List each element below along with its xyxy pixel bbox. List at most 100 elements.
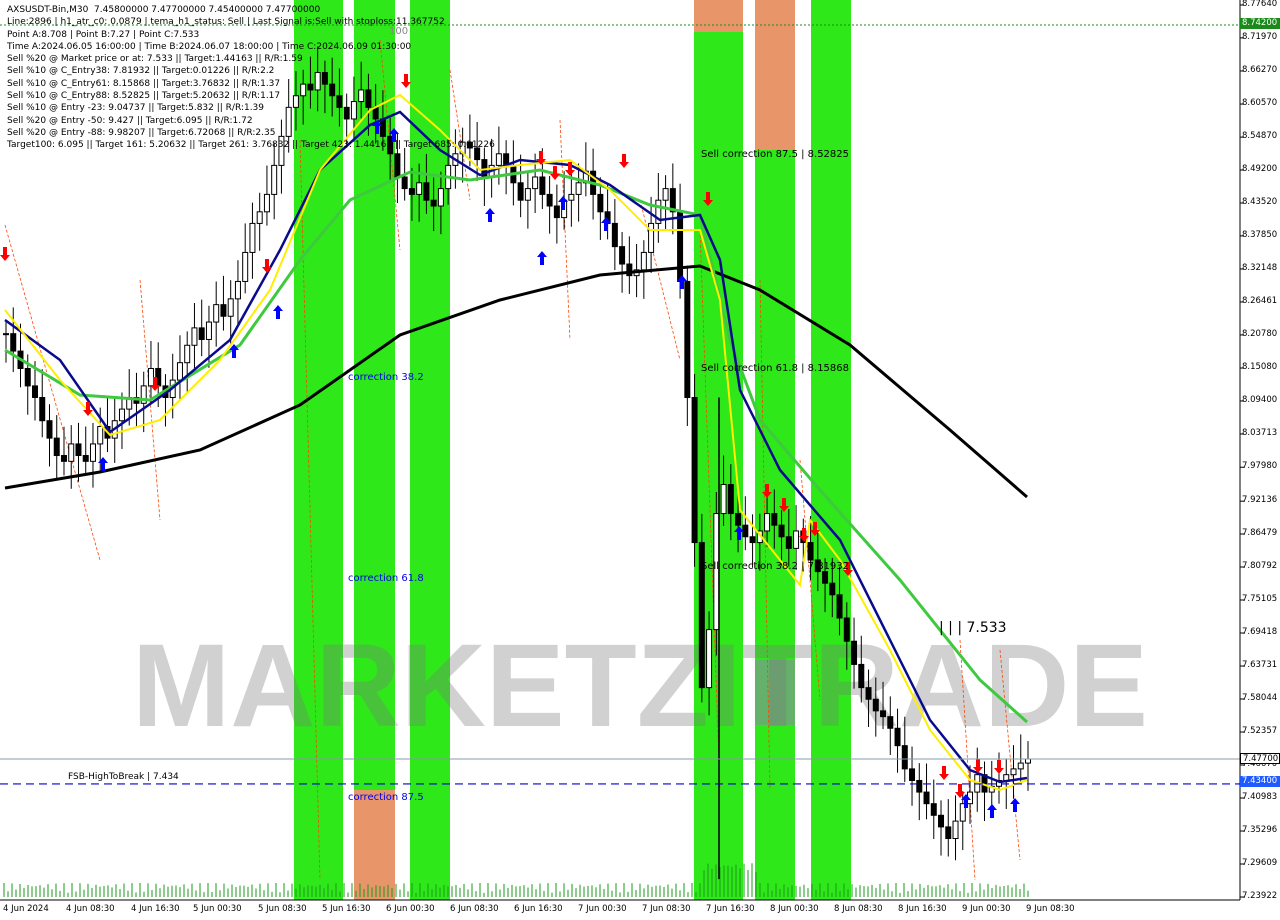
candle-body <box>147 367 154 387</box>
candle-body <box>887 716 894 729</box>
candle-body <box>901 745 908 770</box>
info-line: AXSUSDT-Bin,M30 7.45800000 7.47700000 7.… <box>7 5 321 15</box>
candle-body <box>31 385 38 398</box>
candle-body <box>53 437 60 457</box>
candle-body <box>1025 758 1031 764</box>
candle-body <box>408 188 415 195</box>
candle-body <box>394 153 401 178</box>
price-tick-label: 8.09400 <box>1242 394 1278 405</box>
price-tick-label: 8.26461 <box>1242 295 1278 306</box>
candle-body <box>68 443 75 462</box>
candle-body <box>865 687 872 700</box>
candle-body <box>778 524 785 538</box>
price-tick-label: 7.80792 <box>1242 560 1278 571</box>
price-tick-label: 8.54870 <box>1242 131 1278 142</box>
price-tick-label: 8.20780 <box>1242 328 1278 339</box>
time-tick-label: 7 Jun 16:30 <box>706 904 755 914</box>
candle-body <box>430 199 437 207</box>
watermark: MARKETZITRADE <box>132 620 1148 752</box>
price-tick-label: 7.75105 <box>1242 593 1278 604</box>
candle-body <box>575 182 582 195</box>
candle-body <box>220 304 227 317</box>
candle-body <box>118 408 125 422</box>
candle-body <box>213 304 220 323</box>
candle-body <box>822 571 829 584</box>
price-tick-label: 8.03713 <box>1242 427 1278 438</box>
price-tick-label: 8.71970 <box>1242 31 1278 42</box>
time-tick-label: 4 Jun 2024 <box>3 904 49 914</box>
candle-body <box>880 710 887 718</box>
candle-body <box>184 344 191 364</box>
orange-zone <box>354 790 395 900</box>
candle-body <box>3 333 9 336</box>
label-sell-correction-38: Sell correction 38.2 | 7.81932 <box>701 561 850 572</box>
candle-body <box>677 211 684 282</box>
time-tick-label: 8 Jun 08:30 <box>834 904 883 914</box>
candle-body <box>742 524 749 538</box>
candle-body <box>242 251 249 282</box>
price-tick-label: 8.66270 <box>1242 64 1278 75</box>
candle-body <box>10 333 17 352</box>
price-tick-label: 8.15080 <box>1242 362 1278 373</box>
label-top-100: 100 <box>389 26 409 37</box>
orange-zone <box>755 0 795 150</box>
candle-body <box>597 193 604 213</box>
candle-body <box>785 536 792 549</box>
candle-body <box>727 484 734 515</box>
candle-body <box>97 426 104 445</box>
label-correction-38: correction 38.2 <box>348 372 424 383</box>
candle-body <box>227 298 234 317</box>
candle-body <box>764 513 771 532</box>
price-tick-label: 8.77640 <box>1242 0 1278 9</box>
candle-body <box>256 211 263 224</box>
candle-body <box>249 222 256 253</box>
candle-body <box>952 820 959 840</box>
price-tick-label: 8.60570 <box>1242 98 1278 109</box>
candle-body <box>263 193 270 213</box>
candle-body <box>843 617 850 642</box>
candle-body <box>24 367 31 387</box>
candle-body <box>640 251 647 271</box>
candle-body <box>691 396 698 544</box>
info-line: Point A:8.708 | Point B:7.27 | Point C:7… <box>7 29 200 40</box>
green-zone <box>811 0 851 900</box>
price-tick-label: 7.29609 <box>1242 857 1278 868</box>
candle-body <box>423 182 430 201</box>
candle-body <box>648 222 655 253</box>
time-tick-label: 9 Jun 08:30 <box>1026 904 1075 914</box>
label-correction-87: correction 87.5 <box>348 792 424 803</box>
candle-body <box>930 803 937 816</box>
candle-body <box>568 193 575 201</box>
candle-body <box>916 779 923 793</box>
info-line: Sell %20 @ Entry -50: 9.427 || Target:6.… <box>7 115 253 126</box>
info-line: Sell %10 @ Entry -23: 9.04737 || Target:… <box>7 103 265 114</box>
price-tick-label: 7.52357 <box>1242 725 1278 736</box>
price-tick-label: 7.92136 <box>1242 495 1278 506</box>
candle-body <box>495 153 502 166</box>
candle-body <box>416 182 423 195</box>
time-tick-label: 7 Jun 08:30 <box>642 904 691 914</box>
time-tick-label: 9 Jun 00:30 <box>962 904 1011 914</box>
label-fsb: FSB-HighToBreak | 7.434 <box>68 772 179 782</box>
candle-body <box>271 164 278 195</box>
candle-body <box>851 640 858 665</box>
candle-body <box>532 176 539 190</box>
info-line: Target100: 6.095 || Target 161: 5.20632 … <box>7 140 495 151</box>
info-line: Sell %20 @ Market price or at: 7.533 || … <box>7 54 303 65</box>
candle-body <box>872 698 879 712</box>
candle-body <box>46 420 53 439</box>
info-line: Line:2896 | h1_atr_c0: 0.0879 | tema_h1_… <box>7 17 445 28</box>
price-tick-label: 7.23922 <box>1242 890 1278 901</box>
time-tick-label: 5 Jun 16:30 <box>322 904 371 914</box>
price-tick-label: 7.63731 <box>1242 659 1278 670</box>
time-tick-label: 5 Jun 08:30 <box>258 904 307 914</box>
price-tick-label: 7.58044 <box>1242 692 1278 703</box>
price-tick-label: 7.35296 <box>1242 824 1278 835</box>
candle-body <box>539 176 546 195</box>
price-tick-label: 8.32148 <box>1242 262 1278 273</box>
candle-body <box>771 513 778 526</box>
candle-body <box>191 327 198 346</box>
candle-body <box>1010 768 1017 776</box>
badge-top-level: 8.74200 <box>1240 18 1280 29</box>
time-tick-label: 8 Jun 16:30 <box>898 904 947 914</box>
